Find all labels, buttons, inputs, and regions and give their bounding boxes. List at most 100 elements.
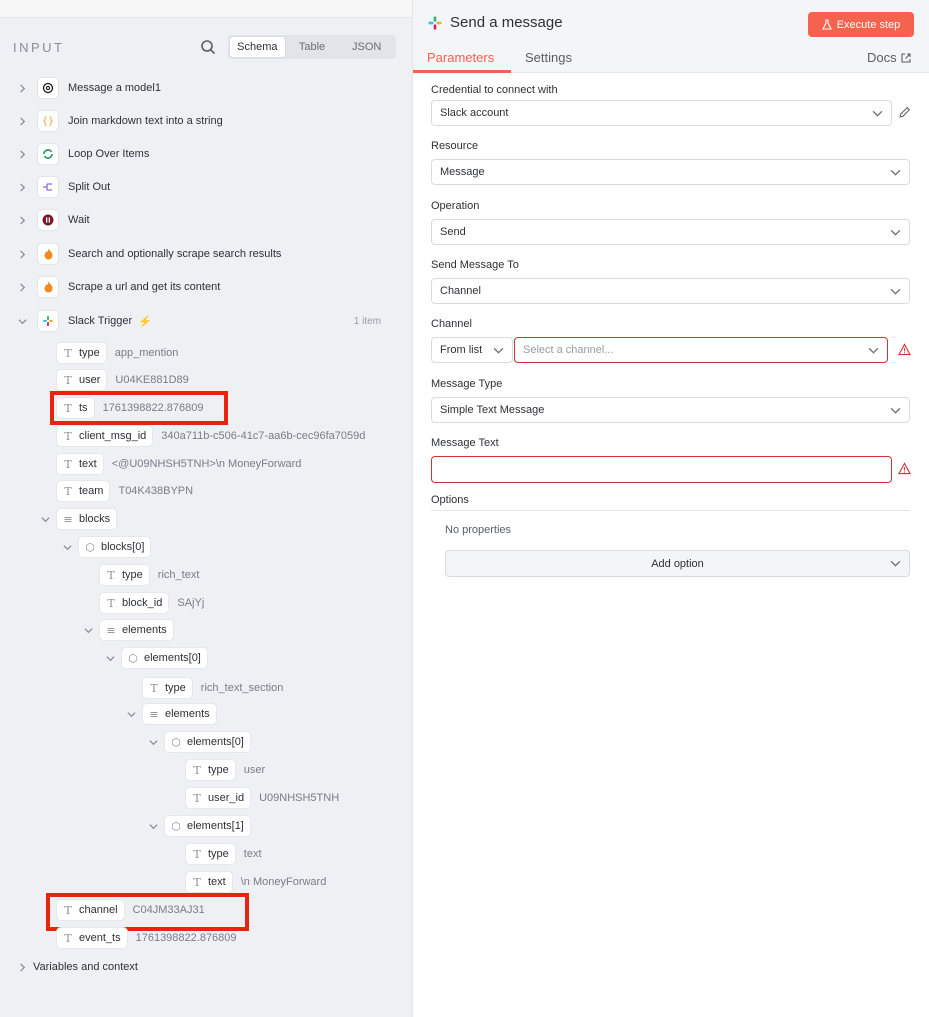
field-row: Tblock_id SAjYj xyxy=(100,592,204,614)
node-name: Join markdown text into a string xyxy=(68,115,223,127)
field-pill[interactable]: Ttext xyxy=(57,454,103,474)
send-to-select[interactable]: Channel xyxy=(431,278,910,304)
field-key: type xyxy=(79,347,100,359)
slack-icon xyxy=(38,311,58,331)
chevron-down-icon xyxy=(890,288,901,295)
field-pill[interactable]: Tteam xyxy=(57,481,110,501)
field-row: Ttype app_mention xyxy=(57,342,178,364)
field-key: elements xyxy=(122,624,167,636)
field-key: blocks[0] xyxy=(101,541,145,553)
active-tab-indicator xyxy=(413,70,511,73)
chevron-down-icon xyxy=(890,560,901,567)
tab-json[interactable]: JSON xyxy=(339,37,394,57)
message-type-select[interactable]: Simple Text Message xyxy=(431,397,910,423)
field-pill[interactable]: ≡ elements xyxy=(143,704,216,724)
node-row-search-scrape[interactable]: Search and optionally scrape search resu… xyxy=(16,243,281,265)
chevron-down-icon[interactable] xyxy=(82,624,94,636)
node-name: Wait xyxy=(68,214,90,226)
field-value: SAjYj xyxy=(177,597,205,609)
panel-header: Send a message Execute step Parameters S… xyxy=(413,0,929,73)
chevron-right-icon[interactable] xyxy=(16,115,28,127)
chevron-down-icon[interactable] xyxy=(16,315,28,327)
tab-table[interactable]: Table xyxy=(285,37,340,57)
node-title[interactable]: Send a message xyxy=(450,14,563,31)
message-text-input[interactable] xyxy=(431,456,892,483)
field-pill[interactable]: Tevent_ts xyxy=(57,928,127,948)
node-row-wait[interactable]: Wait xyxy=(16,209,90,231)
resource-select[interactable]: Message xyxy=(431,159,910,185)
node-row-join-markdown[interactable]: {} Join markdown text into a string xyxy=(16,110,223,132)
chevron-down-icon[interactable] xyxy=(147,820,159,832)
field-pill[interactable]: ⬡ elements[1] xyxy=(165,816,250,836)
node-row-scrape-url[interactable]: Scrape a url and get its content xyxy=(16,276,220,298)
field-pill[interactable]: ⬡ blocks[0] xyxy=(79,537,151,557)
field-pill[interactable]: Ttype xyxy=(100,565,149,585)
field-pill[interactable]: Ttype xyxy=(186,760,235,780)
field-pill[interactable]: Tuser_id xyxy=(186,788,251,808)
field-key: elements[0] xyxy=(187,736,244,748)
chevron-right-icon[interactable] xyxy=(16,82,28,94)
text-type-icon: T xyxy=(64,346,72,360)
channel-select[interactable]: Select a channel... xyxy=(514,337,888,363)
chevron-down-icon[interactable] xyxy=(39,513,51,525)
add-option-button[interactable]: Add option xyxy=(445,550,910,577)
field-pill[interactable]: Tuser xyxy=(57,370,107,390)
operation-value: Send xyxy=(440,226,466,238)
text-type-icon: T xyxy=(64,484,72,498)
field-key: text xyxy=(79,458,97,470)
variables-context-row[interactable]: Variables and context xyxy=(16,956,138,978)
chevron-down-icon[interactable] xyxy=(147,736,159,748)
node-row-slack-trigger[interactable]: Slack Trigger ⚡ 1 item xyxy=(16,310,396,332)
search-icon[interactable] xyxy=(200,39,218,57)
field-value: app_mention xyxy=(114,347,179,359)
field-value: 1761398822.876809 xyxy=(135,932,237,944)
text-type-icon: T xyxy=(64,429,72,443)
tab-settings[interactable]: Settings xyxy=(525,50,572,65)
options-label: Options xyxy=(431,494,469,506)
chevron-right-icon[interactable] xyxy=(16,281,28,293)
resource-value: Message xyxy=(440,166,485,178)
loop-icon xyxy=(38,144,58,164)
field-pill[interactable]: Ttype xyxy=(186,844,235,864)
field-pill[interactable]: Ttype xyxy=(57,343,106,363)
send-to-value: Channel xyxy=(440,285,481,297)
field-pill[interactable]: ⬡ elements[0] xyxy=(165,732,250,752)
field-key: type xyxy=(208,764,229,776)
array-type-icon: ≡ xyxy=(149,707,159,721)
array-type-icon: ≡ xyxy=(106,623,116,637)
tab-parameters[interactable]: Parameters xyxy=(427,50,494,65)
node-row-loop-over-items[interactable]: Loop Over Items xyxy=(16,143,149,165)
field-pill[interactable]: Tclient_msg_id xyxy=(57,426,153,446)
field-pill[interactable]: Ttype xyxy=(143,678,192,698)
credential-select[interactable]: Slack account xyxy=(431,100,892,126)
field-pill[interactable]: ≡ blocks xyxy=(57,509,117,529)
braces-icon: {} xyxy=(38,111,58,131)
chevron-right-icon[interactable] xyxy=(16,148,28,160)
chevron-down-icon[interactable] xyxy=(104,652,116,664)
node-row-split-out[interactable]: Split Out xyxy=(16,176,110,198)
chevron-right-icon[interactable] xyxy=(16,214,28,226)
field-pill[interactable]: Tblock_id xyxy=(100,593,169,613)
field-row-elements0: ⬡ elements[0] xyxy=(104,647,207,669)
chevron-down-icon[interactable] xyxy=(61,541,73,553)
execute-step-button[interactable]: Execute step xyxy=(808,12,914,37)
docs-link[interactable]: Docs xyxy=(867,50,911,65)
field-pill[interactable]: ⬡ elements[0] xyxy=(122,648,207,668)
pencil-icon[interactable] xyxy=(898,106,911,119)
chevron-right-icon[interactable] xyxy=(16,248,28,260)
object-type-icon: ⬡ xyxy=(171,819,181,833)
field-pill[interactable]: Ttext xyxy=(186,872,232,892)
channel-mode-select[interactable]: From list xyxy=(431,337,513,363)
chevron-right-icon[interactable] xyxy=(16,181,28,193)
chevron-down-icon xyxy=(890,229,901,236)
field-pill[interactable]: ≡ elements xyxy=(100,620,173,640)
object-type-icon: ⬡ xyxy=(171,735,181,749)
tab-schema[interactable]: Schema xyxy=(230,37,285,57)
node-row-message-model[interactable]: Message a model1 xyxy=(16,77,161,99)
field-row: Ttext <@U09NHSH5TNH>\n MoneyForward xyxy=(57,453,301,475)
chevron-down-icon[interactable] xyxy=(125,708,137,720)
operation-select[interactable]: Send xyxy=(431,219,910,245)
slack-icon xyxy=(428,16,442,30)
chevron-right-icon[interactable] xyxy=(16,961,28,973)
top-strip xyxy=(0,0,412,18)
